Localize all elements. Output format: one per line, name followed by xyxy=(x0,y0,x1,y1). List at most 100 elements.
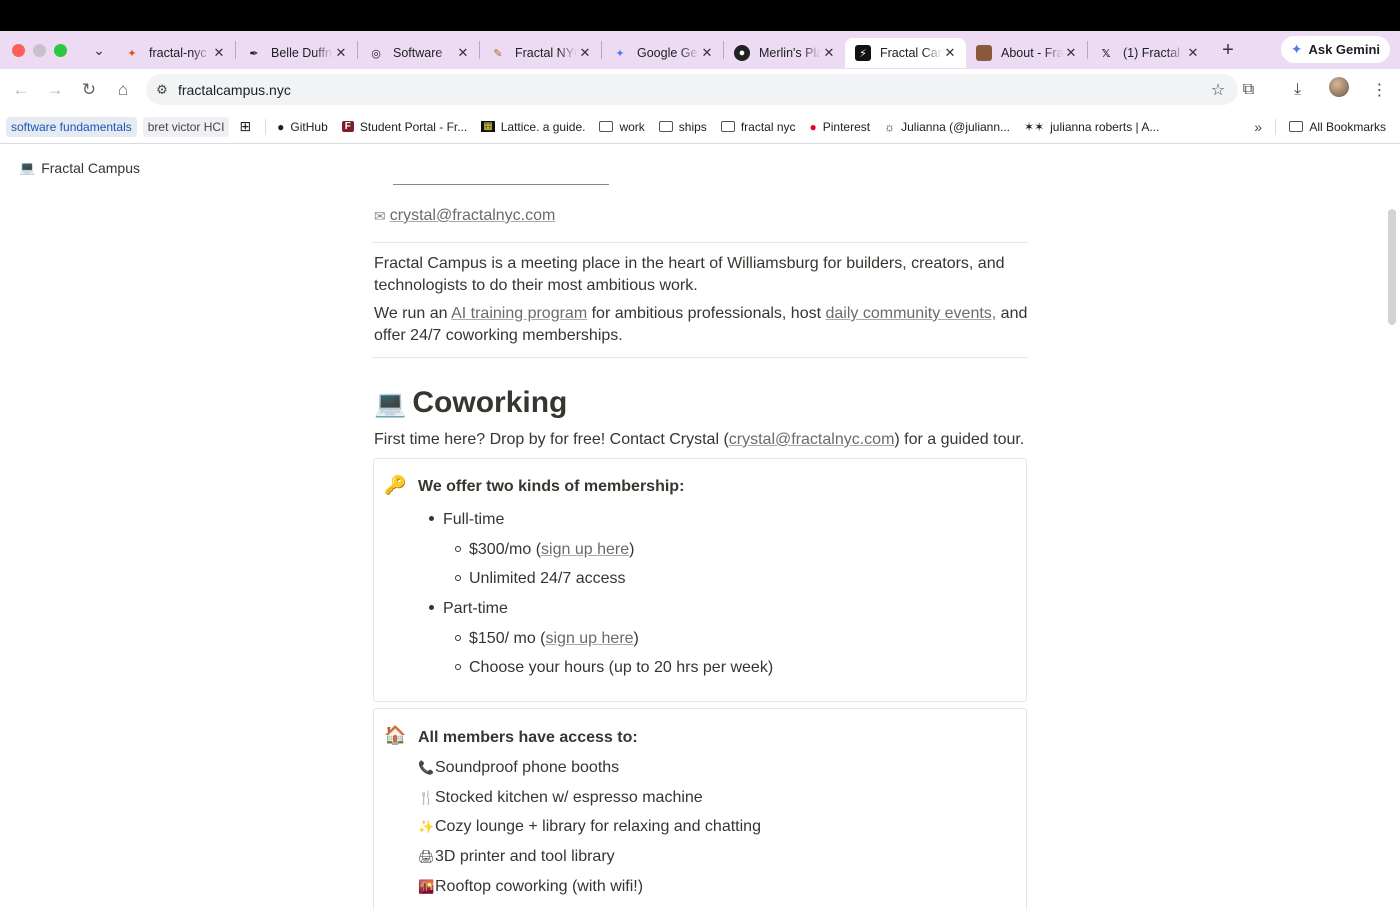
new-tab-plus-icon[interactable]: + xyxy=(1213,39,1243,62)
list-item: Full-time xyxy=(429,511,504,529)
tab-title: (1) Fractal xyxy=(1123,46,1180,60)
bookmark-label: software fundamentals xyxy=(11,119,132,134)
printer-icon: 🖨 xyxy=(418,849,435,864)
site-settings-icon[interactable]: ⚙ xyxy=(146,82,178,98)
ai-training-link[interactable]: AI training program xyxy=(451,305,587,322)
tab-fractal-campus[interactable]: ⚡ Fractal Campus ✕ xyxy=(845,38,966,68)
close-tab-icon[interactable]: ✕ xyxy=(455,45,471,61)
back-arrow-icon[interactable]: ← xyxy=(4,80,38,100)
address-bar[interactable]: ⚙ fractalcampus.nyc ☆ xyxy=(146,74,1238,105)
breadcrumb[interactable]: 💻 Fractal Campus xyxy=(19,160,140,176)
all-bookmarks-button[interactable]: All Bookmarks xyxy=(1275,118,1386,135)
close-tab-icon[interactable]: ✕ xyxy=(577,45,593,61)
tab-about-fractal[interactable]: About - Fractal ✕ xyxy=(966,38,1087,68)
community-events-link[interactable]: daily community events, xyxy=(826,305,997,322)
bookmark-separator xyxy=(1275,118,1277,135)
utensils-icon: 🍴 xyxy=(418,790,435,805)
bookmark-folder-work[interactable]: work xyxy=(592,120,651,134)
bookmark-julianna-roberts[interactable]: ✶✶ julianna roberts | A... xyxy=(1017,120,1166,134)
bookmark-label: Student Portal - Fr... xyxy=(359,119,468,134)
envelope-icon: ✉ xyxy=(374,207,386,224)
tab-search-chevron-icon[interactable]: ⌄ xyxy=(84,42,114,59)
list-item: 🍴Stocked kitchen w/ espresso machine xyxy=(418,789,703,807)
bookmark-student-portal[interactable]: F Student Portal - Fr... xyxy=(335,120,475,134)
home-icon[interactable]: ⌂ xyxy=(106,80,140,100)
text: We run an xyxy=(374,305,452,322)
tab-x-fractal[interactable]: 𝕏 (1) Fractal ✕ xyxy=(1088,38,1209,68)
close-tab-icon[interactable]: ✕ xyxy=(942,45,958,61)
list-item-text: $300/mo ( xyxy=(469,541,542,558)
bolt-icon: ⚡ xyxy=(855,45,871,61)
window-controls xyxy=(12,43,82,57)
bookmark-label: ships xyxy=(678,119,707,134)
profile-avatar[interactable] xyxy=(1318,77,1359,102)
bookmark-pinterest[interactable]: ● Pinterest xyxy=(803,120,878,134)
extensions-puzzle-icon[interactable]: ⧉ xyxy=(1228,81,1269,99)
bookmark-bret-victor-hci[interactable]: bret victor HCI xyxy=(142,116,230,137)
laptop-icon: 💻 xyxy=(374,387,407,418)
sunset-icon: 🌇 xyxy=(418,879,435,894)
close-tab-icon[interactable]: ✕ xyxy=(333,45,349,61)
part-time-signup-link[interactable]: sign up here xyxy=(545,630,633,647)
tab-title: Google Gemini xyxy=(637,46,699,60)
divider xyxy=(372,357,1028,358)
bookmarks-bar: software fundamentals bret victor HCI ⊞ … xyxy=(0,110,1400,144)
forward-arrow-icon[interactable]: → xyxy=(38,80,72,100)
kebab-menu-icon[interactable]: ⋮ xyxy=(1359,80,1400,100)
bookmark-label: Lattice. a guide. xyxy=(500,119,586,134)
pinterest-icon: ● xyxy=(809,119,817,134)
bookmark-software-fundamentals[interactable]: software fundamentals xyxy=(6,116,137,137)
bookmark-label: Julianna (@juliann... xyxy=(901,119,1011,134)
url-text[interactable]: fractalcampus.nyc xyxy=(178,82,1198,98)
apps-grid-icon[interactable]: ⊞ xyxy=(229,118,261,135)
minimize-window-button[interactable] xyxy=(33,43,46,57)
membership-callout: 🔑 We offer two kinds of membership: Full… xyxy=(373,458,1027,702)
tab-software[interactable]: ◎ Software ✕ xyxy=(358,38,479,68)
all-bookmarks-label: All Bookmarks xyxy=(1309,119,1386,134)
close-tab-icon[interactable]: ✕ xyxy=(699,45,715,61)
email-row: ✉ crystal@fractalnyc.com xyxy=(374,207,555,225)
downloads-icon[interactable]: ⤓ xyxy=(1277,81,1318,99)
os-menu-strip xyxy=(0,0,1400,31)
globe-icon: ◎ xyxy=(371,47,381,60)
reload-icon[interactable]: ↻ xyxy=(72,80,106,100)
more-bookmarks-chevron-icon[interactable]: » xyxy=(1254,119,1262,135)
bookmark-label: Pinterest xyxy=(822,119,871,134)
crystal-email-link[interactable]: crystal@fractalnyc.com xyxy=(729,431,895,448)
email-link[interactable]: crystal@fractalnyc.com xyxy=(390,207,556,225)
bookmark-github[interactable]: ● GitHub xyxy=(270,120,335,134)
tab-belle-duffner[interactable]: ✒ Belle Duffner ✕ xyxy=(236,38,357,68)
brush-icon: ✎ xyxy=(493,47,503,60)
ask-gemini-button[interactable]: ✦ Ask Gemini xyxy=(1280,36,1390,63)
list-item: Part-time xyxy=(429,600,508,618)
grid-icon: ▦ xyxy=(481,121,495,132)
close-tab-icon[interactable]: ✕ xyxy=(821,45,837,61)
coworking-subtitle: First time here? Drop by for free! Conta… xyxy=(374,429,1028,451)
close-window-button[interactable] xyxy=(12,43,25,57)
maximize-window-button[interactable] xyxy=(54,43,67,57)
tab-merlins-place[interactable]: ● Merlin's Place ✕ xyxy=(724,38,845,68)
callout-title: We offer two kinds of membership: xyxy=(418,478,685,495)
close-tab-icon[interactable]: ✕ xyxy=(211,45,227,61)
folder-icon xyxy=(1289,121,1304,132)
list-item-text: Choose your hours (up to 20 hrs per week… xyxy=(469,659,774,676)
sparkle-icon: ✶✶ xyxy=(1024,119,1045,134)
tab-fractal-nyc[interactable]: ✎ Fractal NYC ✕ xyxy=(480,38,601,68)
list-item-text: Stocked kitchen w/ espresso machine xyxy=(435,789,703,806)
list-item-text: Full-time xyxy=(443,511,505,528)
close-tab-icon[interactable]: ✕ xyxy=(1185,45,1201,61)
bookmark-label: julianna roberts | A... xyxy=(1050,119,1160,134)
bookmark-folder-fractal-nyc[interactable]: fractal nyc xyxy=(714,120,803,134)
cat-icon: ● xyxy=(734,45,750,61)
bookmark-julianna[interactable]: ☼ Julianna (@juliann... xyxy=(877,120,1017,134)
tab-google-gemini[interactable]: ✦ Google Gemini ✕ xyxy=(602,38,723,68)
close-tab-icon[interactable]: ✕ xyxy=(1063,45,1079,61)
full-time-signup-link[interactable]: sign up here xyxy=(541,541,629,558)
scrollbar-thumb[interactable] xyxy=(1388,209,1396,325)
bookmark-lattice[interactable]: ▦ Lattice. a guide. xyxy=(474,120,592,134)
bookmark-folder-ships[interactable]: ships xyxy=(652,120,714,134)
coworking-heading: 💻 Coworking xyxy=(374,386,567,420)
tab-fractal-nyc-figma[interactable]: ✦ fractal-nyc ✕ xyxy=(114,38,235,68)
text: for ambitious professionals, host xyxy=(587,305,826,322)
folder-icon xyxy=(720,121,735,132)
